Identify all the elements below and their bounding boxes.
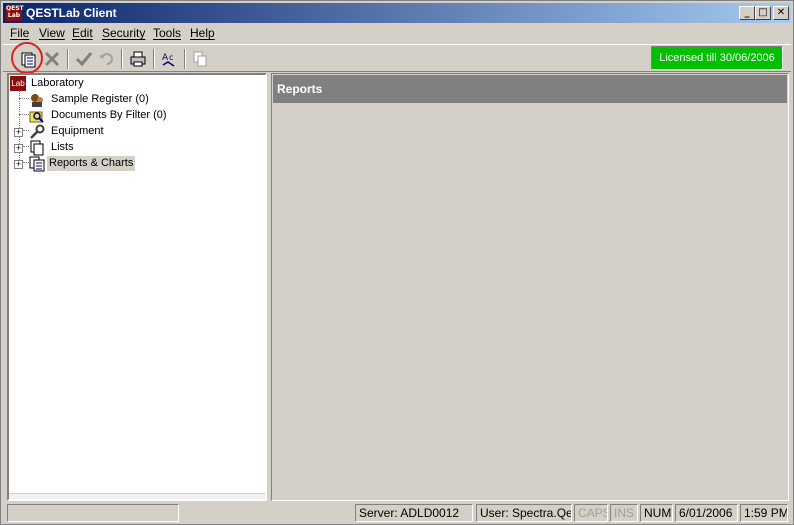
menu-file[interactable]: File (10, 26, 29, 40)
tree-item-lists[interactable]: + Lists (9, 140, 259, 156)
content-header: Reports (273, 75, 787, 103)
tree-item-label: Documents By Filter (0) (51, 109, 167, 121)
maximize-button[interactable]: □ (755, 6, 771, 20)
tree-item-label: Equipment (51, 125, 104, 137)
menu-bar: File View Edit Security Tools Help (3, 24, 791, 42)
status-ins: INS (610, 504, 638, 522)
check-icon (75, 52, 93, 67)
status-time: 1:59 PM (740, 504, 788, 522)
maximize-icon: □ (758, 7, 768, 18)
documents-filter-icon (29, 111, 44, 123)
menu-help[interactable]: Help (190, 26, 215, 40)
tree-scrollbar[interactable] (9, 493, 265, 499)
undo-button[interactable] (95, 48, 117, 70)
print-icon (130, 51, 146, 67)
copy-icon (193, 51, 207, 67)
menu-view[interactable]: View (39, 26, 65, 40)
tree-item-label-selected: Reports & Charts (47, 156, 136, 171)
tree-root-label: Laboratory (31, 77, 84, 89)
status-num: NUM (640, 504, 673, 522)
svg-text:c: c (169, 53, 173, 62)
close-button[interactable]: ✕ (773, 6, 789, 20)
status-server: Server: ADLD0012 (355, 504, 473, 522)
print-button[interactable] (127, 48, 149, 70)
wrench-icon (30, 124, 45, 139)
undo-icon (99, 53, 113, 65)
spell-check-icon: A c (162, 53, 175, 67)
new-document-button[interactable] (17, 48, 39, 70)
menu-security[interactable]: Security (102, 26, 145, 40)
content-panel: Reports (271, 73, 789, 501)
title-bar[interactable]: QEST Lab QESTLab Client _ □ ✕ (3, 3, 791, 23)
expand-icon[interactable]: + (14, 144, 23, 153)
tree-item-reports-charts[interactable]: + Reports & Charts (9, 156, 259, 172)
status-date: 6/01/2006 (675, 504, 738, 522)
tree-item-label: Sample Register (0) (51, 93, 149, 105)
tree-item-sample-register[interactable]: Sample Register (0) (9, 92, 259, 107)
toolbar: A c Licensed till 30/06/2006 (3, 44, 791, 72)
copy-button[interactable] (189, 48, 211, 70)
menu-tools[interactable]: Tools (153, 26, 181, 40)
delete-button[interactable] (41, 48, 63, 70)
laboratory-icon: Lab (10, 76, 26, 91)
tree-item-equipment[interactable]: + Equipment (9, 124, 259, 139)
reports-icon (29, 156, 45, 172)
tree-root-laboratory[interactable]: Lab Laboratory (9, 76, 259, 91)
tree-item-documents-by-filter[interactable]: Documents By Filter (0) (9, 108, 259, 123)
status-bar: Server: ADLD0012 User: Spectra.Qest CAPS… (3, 504, 791, 522)
status-user: User: Spectra.Qest (476, 504, 572, 522)
license-badge: Licensed till 30/06/2006 (651, 46, 783, 70)
navigation-tree[interactable]: Lab Laboratory Sample Register (0) Docum… (7, 73, 267, 501)
minimize-icon: _ (744, 7, 750, 18)
tree-item-label: Lists (51, 141, 74, 153)
app-icon: QEST Lab (6, 5, 24, 21)
toolbar-separator (153, 49, 155, 69)
app-window: QEST Lab QESTLab Client _ □ ✕ File View E… (0, 0, 794, 525)
status-message (7, 504, 179, 522)
close-icon: ✕ (776, 7, 786, 18)
status-caps: CAPS (574, 504, 608, 522)
lists-icon (30, 140, 44, 156)
window-title: QESTLab Client (26, 6, 117, 20)
expand-icon[interactable]: + (14, 160, 23, 169)
toolbar-separator (121, 49, 123, 69)
menu-edit[interactable]: Edit (72, 26, 93, 40)
check-button[interactable] (73, 48, 95, 70)
delete-icon (44, 51, 60, 67)
new-document-icon (21, 52, 36, 68)
minimize-button[interactable]: _ (739, 6, 755, 20)
sample-register-icon (31, 94, 43, 107)
expand-icon[interactable]: + (14, 128, 23, 137)
toolbar-separator (184, 49, 186, 69)
toolbar-separator (67, 49, 69, 69)
spell-check-button[interactable]: A c (158, 48, 180, 70)
